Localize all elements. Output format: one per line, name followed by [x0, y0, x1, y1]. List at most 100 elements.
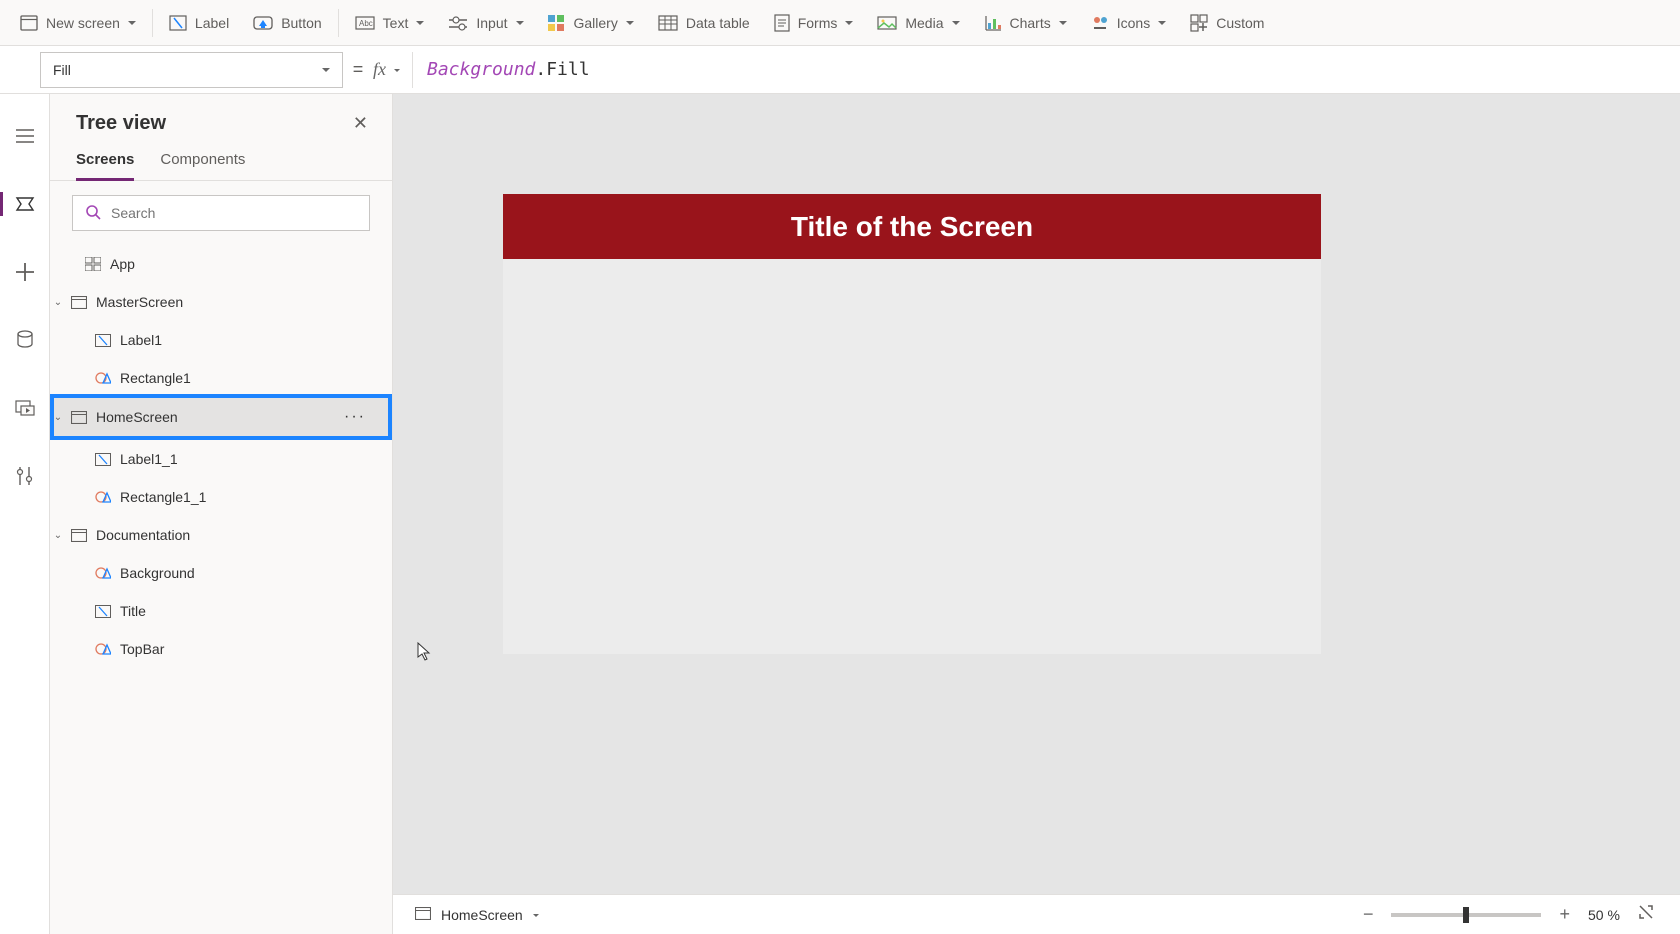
- zoom-percent: 50: [1588, 907, 1604, 923]
- fx-button[interactable]: fx: [373, 59, 412, 80]
- tree-node-homescreen[interactable]: ⌄ HomeScreen ···: [50, 394, 392, 440]
- text-label: Text: [383, 15, 409, 31]
- chevron-down-icon: [1158, 21, 1166, 29]
- input-icon: [448, 15, 468, 31]
- advanced-tools-rail-button[interactable]: [7, 458, 43, 494]
- media-dropdown[interactable]: Media: [865, 9, 971, 37]
- tree-search-input[interactable]: [111, 205, 357, 221]
- shape-icon: [94, 564, 112, 582]
- charts-label: Charts: [1010, 15, 1051, 31]
- chevron-down-icon: [952, 21, 960, 29]
- media-icon: [877, 16, 897, 30]
- app-icon: [84, 255, 102, 273]
- icons-icon: [1091, 14, 1109, 32]
- tree-view-panel: Tree view ✕ Screens Components App: [50, 94, 393, 934]
- hamburger-button[interactable]: [7, 118, 43, 154]
- node-label: MasterScreen: [96, 294, 183, 310]
- chevron-down-icon[interactable]: ⌄: [50, 530, 66, 541]
- more-actions-button[interactable]: ···: [344, 408, 380, 426]
- formula-token-member: .Fill: [535, 59, 589, 80]
- label-icon: [94, 602, 112, 620]
- custom-label: Custom: [1216, 15, 1264, 31]
- status-screen-label: HomeScreen: [441, 907, 523, 923]
- text-dropdown[interactable]: Abc Text: [343, 9, 437, 37]
- tab-screens[interactable]: Screens: [76, 151, 134, 181]
- equals-sign: =: [343, 59, 373, 80]
- icons-dropdown[interactable]: Icons: [1079, 8, 1178, 38]
- icons-label: Icons: [1117, 15, 1150, 31]
- forms-dropdown[interactable]: Forms: [762, 8, 866, 38]
- gallery-dropdown[interactable]: Gallery: [536, 9, 646, 37]
- svg-text:Abc: Abc: [359, 19, 373, 28]
- shape-icon: [94, 640, 112, 658]
- data-table-button[interactable]: Data table: [646, 9, 762, 37]
- screen-icon: [415, 907, 431, 923]
- zoom-out-button[interactable]: −: [1359, 904, 1378, 925]
- canvas-title-text: Title of the Screen: [791, 211, 1033, 243]
- tree-node-rectangle1[interactable]: Rectangle1: [50, 359, 392, 397]
- zoom-in-button[interactable]: +: [1555, 904, 1574, 925]
- tree-node-label1[interactable]: Label1: [50, 321, 392, 359]
- zoom-slider-thumb[interactable]: [1463, 907, 1469, 923]
- tree-node-label1-1[interactable]: Label1_1: [50, 440, 392, 478]
- tree-node-rectangle1-1[interactable]: Rectangle1_1: [50, 478, 392, 516]
- tree-search-box[interactable]: [72, 195, 370, 231]
- label-icon: [169, 15, 187, 31]
- tree-node-app[interactable]: App: [50, 245, 392, 283]
- screen-icon: [70, 293, 88, 311]
- chart-icon: [984, 15, 1002, 31]
- percent-label: %: [1608, 907, 1620, 923]
- fit-screen-button[interactable]: [1634, 904, 1658, 925]
- label-button[interactable]: Label: [157, 9, 241, 37]
- zoom-slider[interactable]: [1391, 913, 1541, 917]
- gallery-label: Gallery: [574, 15, 618, 31]
- node-label: TopBar: [120, 641, 164, 657]
- chevron-down-icon: [516, 21, 524, 29]
- tree-view-rail-button[interactable]: [7, 186, 43, 222]
- formula-bar: Fill = fx Background.Fill: [0, 46, 1680, 94]
- chevron-down-icon[interactable]: ⌄: [50, 412, 66, 423]
- screen-icon: [70, 408, 88, 426]
- tree-node-documentation[interactable]: ⌄ Documentation: [50, 516, 392, 554]
- label-icon: [94, 450, 112, 468]
- form-icon: [774, 14, 790, 32]
- chevron-down-icon[interactable]: ⌄: [50, 297, 66, 308]
- charts-dropdown[interactable]: Charts: [972, 9, 1079, 37]
- new-screen-button[interactable]: New screen: [8, 9, 148, 37]
- tree-node-title[interactable]: Title: [50, 592, 392, 630]
- custom-icon: [1190, 14, 1208, 32]
- canvas-screen[interactable]: Title of the Screen: [503, 194, 1321, 654]
- status-screen-select[interactable]: HomeScreen: [415, 907, 539, 923]
- chevron-down-icon: [626, 21, 634, 29]
- data-rail-button[interactable]: [7, 322, 43, 358]
- canvas-title-bar[interactable]: Title of the Screen: [503, 194, 1321, 259]
- close-tree-view-button[interactable]: ✕: [353, 113, 368, 134]
- insert-ribbon: New screen Label Button Abc Text Input G: [0, 0, 1680, 46]
- chevron-down-icon: [394, 69, 400, 75]
- tab-components[interactable]: Components: [160, 151, 245, 180]
- table-icon: [658, 15, 678, 31]
- node-label: Label1: [120, 332, 162, 348]
- node-label: Background: [120, 565, 195, 581]
- canvas-area[interactable]: Title of the Screen HomeScreen − +: [393, 94, 1680, 934]
- label-icon: [94, 331, 112, 349]
- insert-rail-button[interactable]: [7, 254, 43, 290]
- data-table-label: Data table: [686, 15, 750, 31]
- tree-node-masterscreen[interactable]: ⌄ MasterScreen: [50, 283, 392, 321]
- button-text: Button: [281, 15, 321, 31]
- tree-node-background[interactable]: Background: [50, 554, 392, 592]
- property-select[interactable]: Fill: [40, 52, 343, 88]
- shape-icon: [94, 488, 112, 506]
- node-label: Documentation: [96, 527, 190, 543]
- label-text: Label: [195, 15, 229, 31]
- tree-node-topbar[interactable]: TopBar: [50, 630, 392, 668]
- media-rail-button[interactable]: [7, 390, 43, 426]
- button-button[interactable]: Button: [241, 9, 333, 37]
- node-label: Rectangle1_1: [120, 489, 206, 505]
- custom-dropdown[interactable]: Custom: [1178, 8, 1276, 38]
- left-rail: [0, 94, 50, 934]
- node-label: App: [110, 256, 135, 272]
- formula-input[interactable]: Background.Fill: [412, 52, 1660, 88]
- input-dropdown[interactable]: Input: [436, 9, 535, 37]
- cursor-icon: [417, 642, 431, 662]
